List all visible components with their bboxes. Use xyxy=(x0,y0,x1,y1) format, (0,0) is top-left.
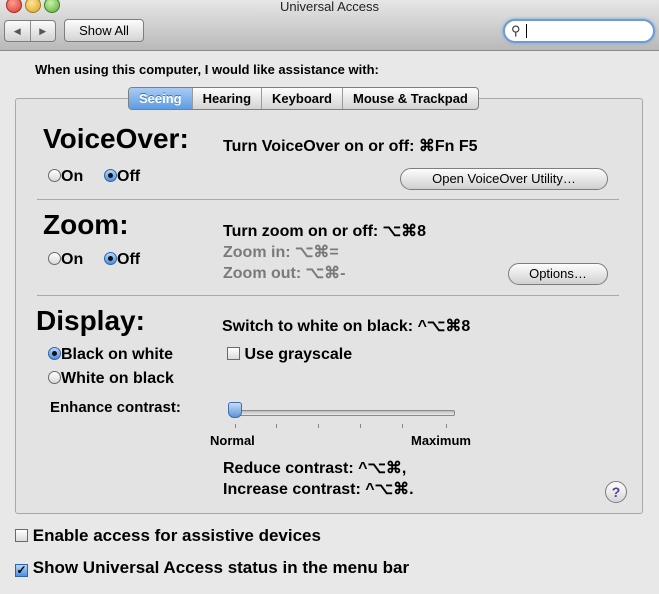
tab-bar: Seeing Hearing Keyboard Mouse & Trackpad xyxy=(128,87,479,110)
search-icon: ⚲ xyxy=(511,23,521,38)
checkmark-icon: ✓ xyxy=(15,563,28,577)
show-status-menubar-checkbox[interactable]: ✓ Show Universal Access status in the me… xyxy=(15,558,409,578)
radio-icon xyxy=(48,371,61,384)
enable-assistive-devices-checkbox[interactable]: Enable access for assistive devices xyxy=(15,526,321,546)
nav-buttons: ◀ ▶ xyxy=(4,20,56,42)
title-bar: Universal Access ◀ ▶ Show All ⚲ xyxy=(0,0,659,51)
white-on-black-radio[interactable]: White on black xyxy=(48,370,174,388)
tab-seeing[interactable]: Seeing xyxy=(129,88,193,109)
radio-selected-icon xyxy=(104,169,117,182)
intro-text: When using this computer, I would like a… xyxy=(35,62,379,77)
radio-selected-icon xyxy=(48,347,61,360)
slider-tick xyxy=(235,424,236,428)
zoom-in-shortcut: Zoom in: ⌥⌘= xyxy=(223,244,339,261)
display-heading: Display: xyxy=(36,305,145,336)
zoom-off-radio[interactable]: Off xyxy=(104,251,140,269)
reduce-contrast-shortcut: Reduce contrast: ^⌥⌘, xyxy=(223,460,407,477)
search-field[interactable]: ⚲ xyxy=(503,19,655,43)
increase-contrast-shortcut: Increase contrast: ^⌥⌘. xyxy=(223,481,414,498)
voiceover-on-label: On xyxy=(61,168,84,185)
display-shortcut: Switch to white on black: ^⌥⌘8 xyxy=(222,318,471,335)
slider-max-label: Maximum xyxy=(411,433,471,448)
tab-keyboard[interactable]: Keyboard xyxy=(262,88,343,109)
zoom-options-button[interactable]: Options… xyxy=(508,263,608,285)
white-on-black-label: White on black xyxy=(61,370,174,387)
voiceover-heading: VoiceOver: xyxy=(43,123,189,154)
zoom-on-label: On xyxy=(61,251,84,268)
show-all-button[interactable]: Show All xyxy=(64,19,144,42)
show-status-menubar-label: Show Universal Access status in the menu… xyxy=(32,558,410,577)
checkbox-icon xyxy=(15,529,28,542)
slider-tick xyxy=(276,424,277,428)
voiceover-off-radio[interactable]: Off xyxy=(104,168,140,186)
enhance-contrast-slider-track[interactable] xyxy=(233,410,455,416)
help-button[interactable]: ? xyxy=(605,481,627,503)
tab-hearing[interactable]: Hearing xyxy=(193,88,263,109)
radio-selected-icon xyxy=(104,252,117,265)
use-grayscale-label: Use grayscale xyxy=(244,346,353,363)
window-title: Universal Access xyxy=(280,0,379,14)
slider-tick xyxy=(318,424,319,428)
slider-tick xyxy=(402,424,403,428)
enhance-contrast-slider-knob[interactable] xyxy=(228,402,242,418)
text-caret xyxy=(526,24,527,38)
slider-tick xyxy=(360,424,361,428)
tab-mouse-trackpad[interactable]: Mouse & Trackpad xyxy=(343,88,478,109)
checkbox-icon xyxy=(227,347,240,360)
radio-icon xyxy=(48,169,61,182)
black-on-white-label: Black on white xyxy=(61,346,174,363)
use-grayscale-checkbox[interactable]: Use grayscale xyxy=(227,346,352,364)
forward-arrow-icon[interactable]: ▶ xyxy=(31,21,56,41)
zoom-on-radio[interactable]: On xyxy=(48,251,83,269)
zoom-off-label: Off xyxy=(117,251,141,268)
open-voiceover-utility-button[interactable]: Open VoiceOver Utility… xyxy=(400,168,608,190)
zoom-heading: Zoom: xyxy=(43,209,129,240)
black-on-white-radio[interactable]: Black on white xyxy=(48,346,173,364)
slider-min-label: Normal xyxy=(210,433,255,448)
back-arrow-icon[interactable]: ◀ xyxy=(5,21,31,41)
slider-tick xyxy=(446,424,447,428)
divider xyxy=(37,295,619,296)
enable-assistive-devices-label: Enable access for assistive devices xyxy=(32,526,321,545)
voiceover-on-radio[interactable]: On xyxy=(48,168,83,186)
enhance-contrast-label: Enhance contrast: xyxy=(50,399,181,416)
zoom-shortcut: Turn zoom on or off: ⌥⌘8 xyxy=(223,223,426,240)
voiceover-shortcut: Turn VoiceOver on or off: ⌘Fn F5 xyxy=(223,138,478,155)
radio-icon xyxy=(48,252,61,265)
voiceover-off-label: Off xyxy=(117,168,141,185)
zoom-out-shortcut: Zoom out: ⌥⌘- xyxy=(223,265,346,282)
divider xyxy=(37,199,619,200)
